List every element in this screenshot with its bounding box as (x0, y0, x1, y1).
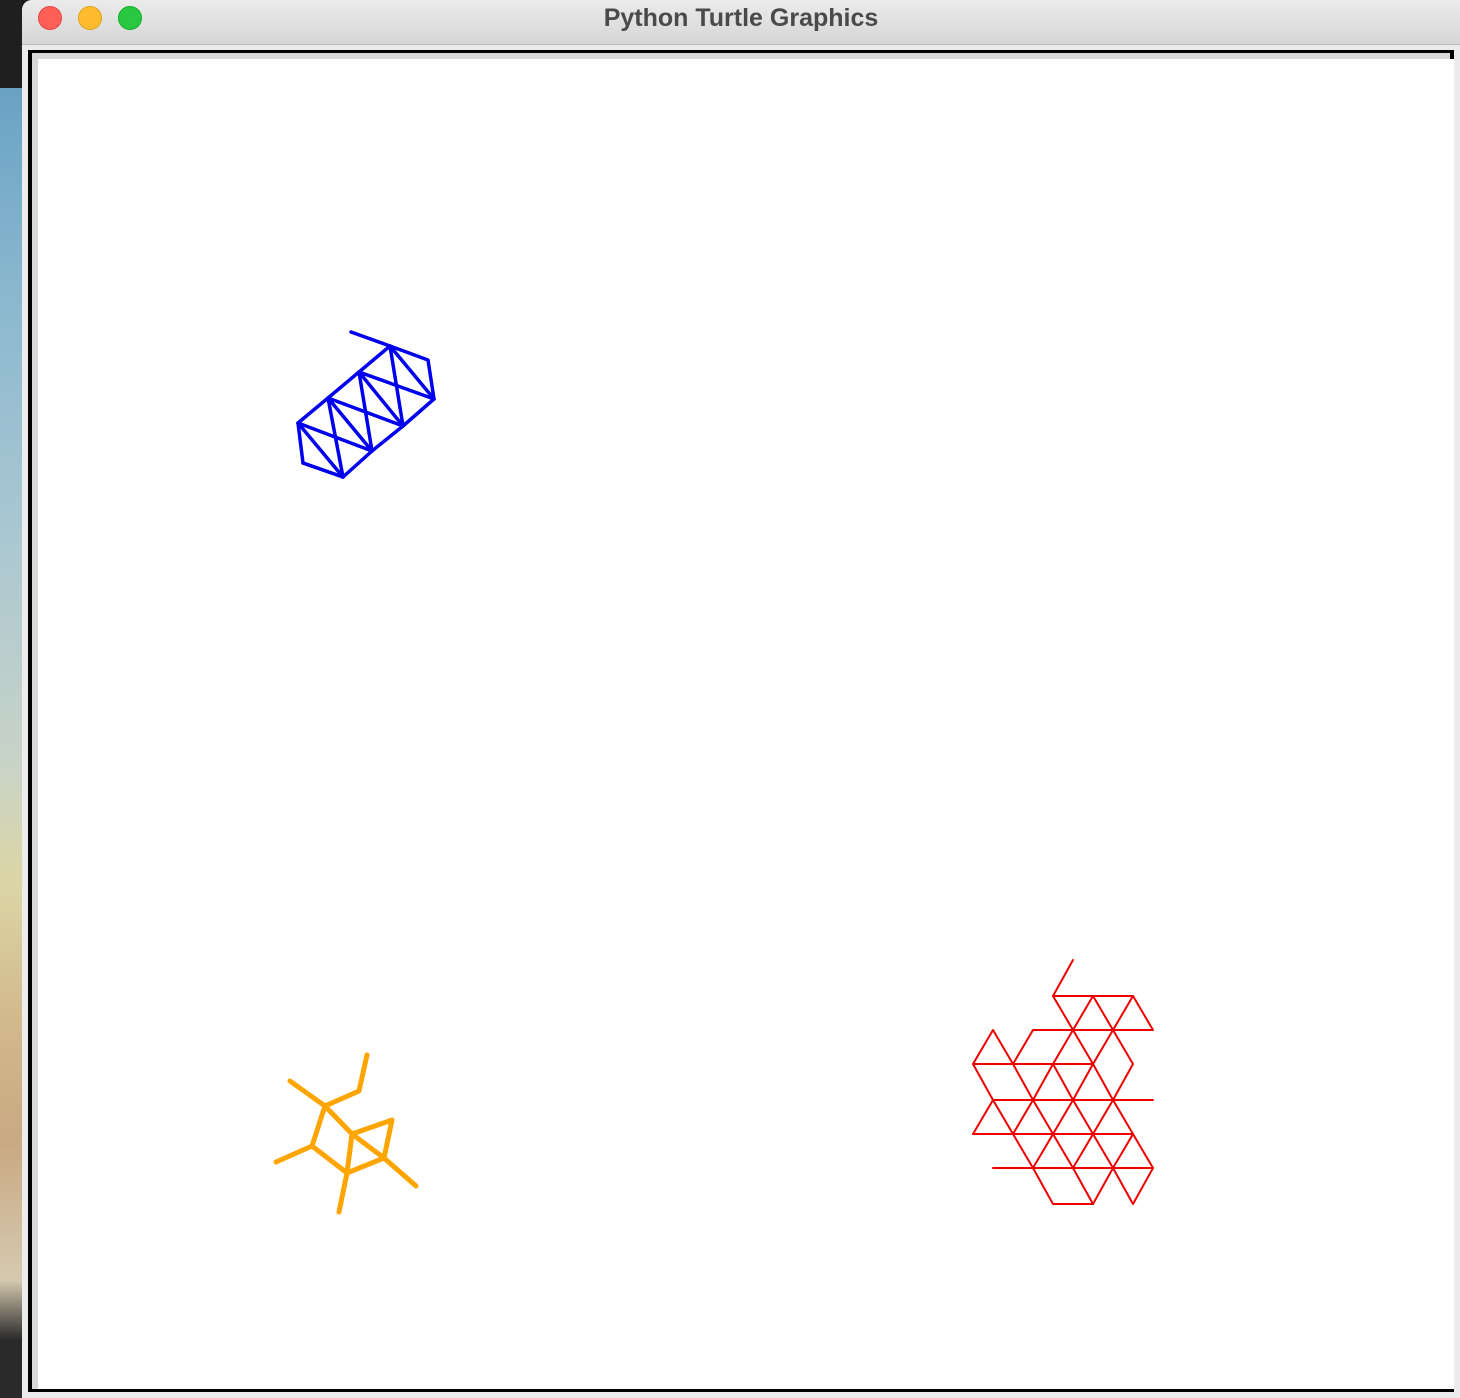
red-stroke (992, 1099, 1014, 1135)
orange-stroke (273, 1103, 395, 1176)
red-stroke (1072, 1063, 1094, 1101)
red-stroke (1092, 1063, 1114, 1101)
red-stroke (1072, 1099, 1094, 1135)
red-stroke (1012, 1099, 1034, 1135)
desktop-background (0, 0, 22, 1398)
window-title: Python Turtle Graphics (603, 4, 879, 32)
orange-stroke (287, 1052, 370, 1109)
red-stroke (1092, 1029, 1114, 1065)
red-stroke (1032, 1099, 1054, 1135)
canvas-frame (28, 50, 1454, 1392)
red-stroke (1052, 1063, 1074, 1101)
red-stroke (1092, 995, 1114, 1031)
red-stroke (1032, 1063, 1054, 1101)
blue-triangle-grid (296, 330, 436, 479)
turtle-canvas[interactable] (38, 59, 1454, 1389)
orange-star-figure (273, 1052, 419, 1215)
red-stroke (1072, 1133, 1094, 1169)
red-stroke (1072, 1029, 1094, 1065)
red-stroke (1012, 1133, 1034, 1169)
orange-stroke (349, 1131, 419, 1189)
red-stroke (1132, 1133, 1154, 1169)
red-stroke (1112, 1099, 1134, 1135)
red-stroke (1032, 1133, 1054, 1169)
red-stroke (1112, 995, 1134, 1031)
red-stroke (1012, 1063, 1034, 1101)
red-stroke (1032, 1167, 1114, 1205)
red-stroke (1072, 995, 1094, 1031)
red-stroke (1052, 1133, 1074, 1169)
red-triangle-mesh (972, 959, 1154, 1205)
turtle-drawing-surface (273, 330, 1154, 1215)
canvas-border (32, 53, 1454, 1389)
red-stroke (1112, 1133, 1134, 1169)
red-stroke (1052, 1029, 1074, 1065)
red-stroke (1112, 1167, 1154, 1205)
red-stroke (1072, 1167, 1094, 1205)
red-stroke (1092, 1099, 1114, 1135)
orange-stroke (309, 1103, 328, 1149)
title-bar[interactable]: Python Turtle Graphics (22, 0, 1460, 45)
red-stroke (1052, 1099, 1074, 1135)
turtle-window: Python Turtle Graphics (22, 0, 1460, 1398)
red-stroke (1052, 995, 1074, 1031)
red-stroke (1092, 1133, 1114, 1169)
